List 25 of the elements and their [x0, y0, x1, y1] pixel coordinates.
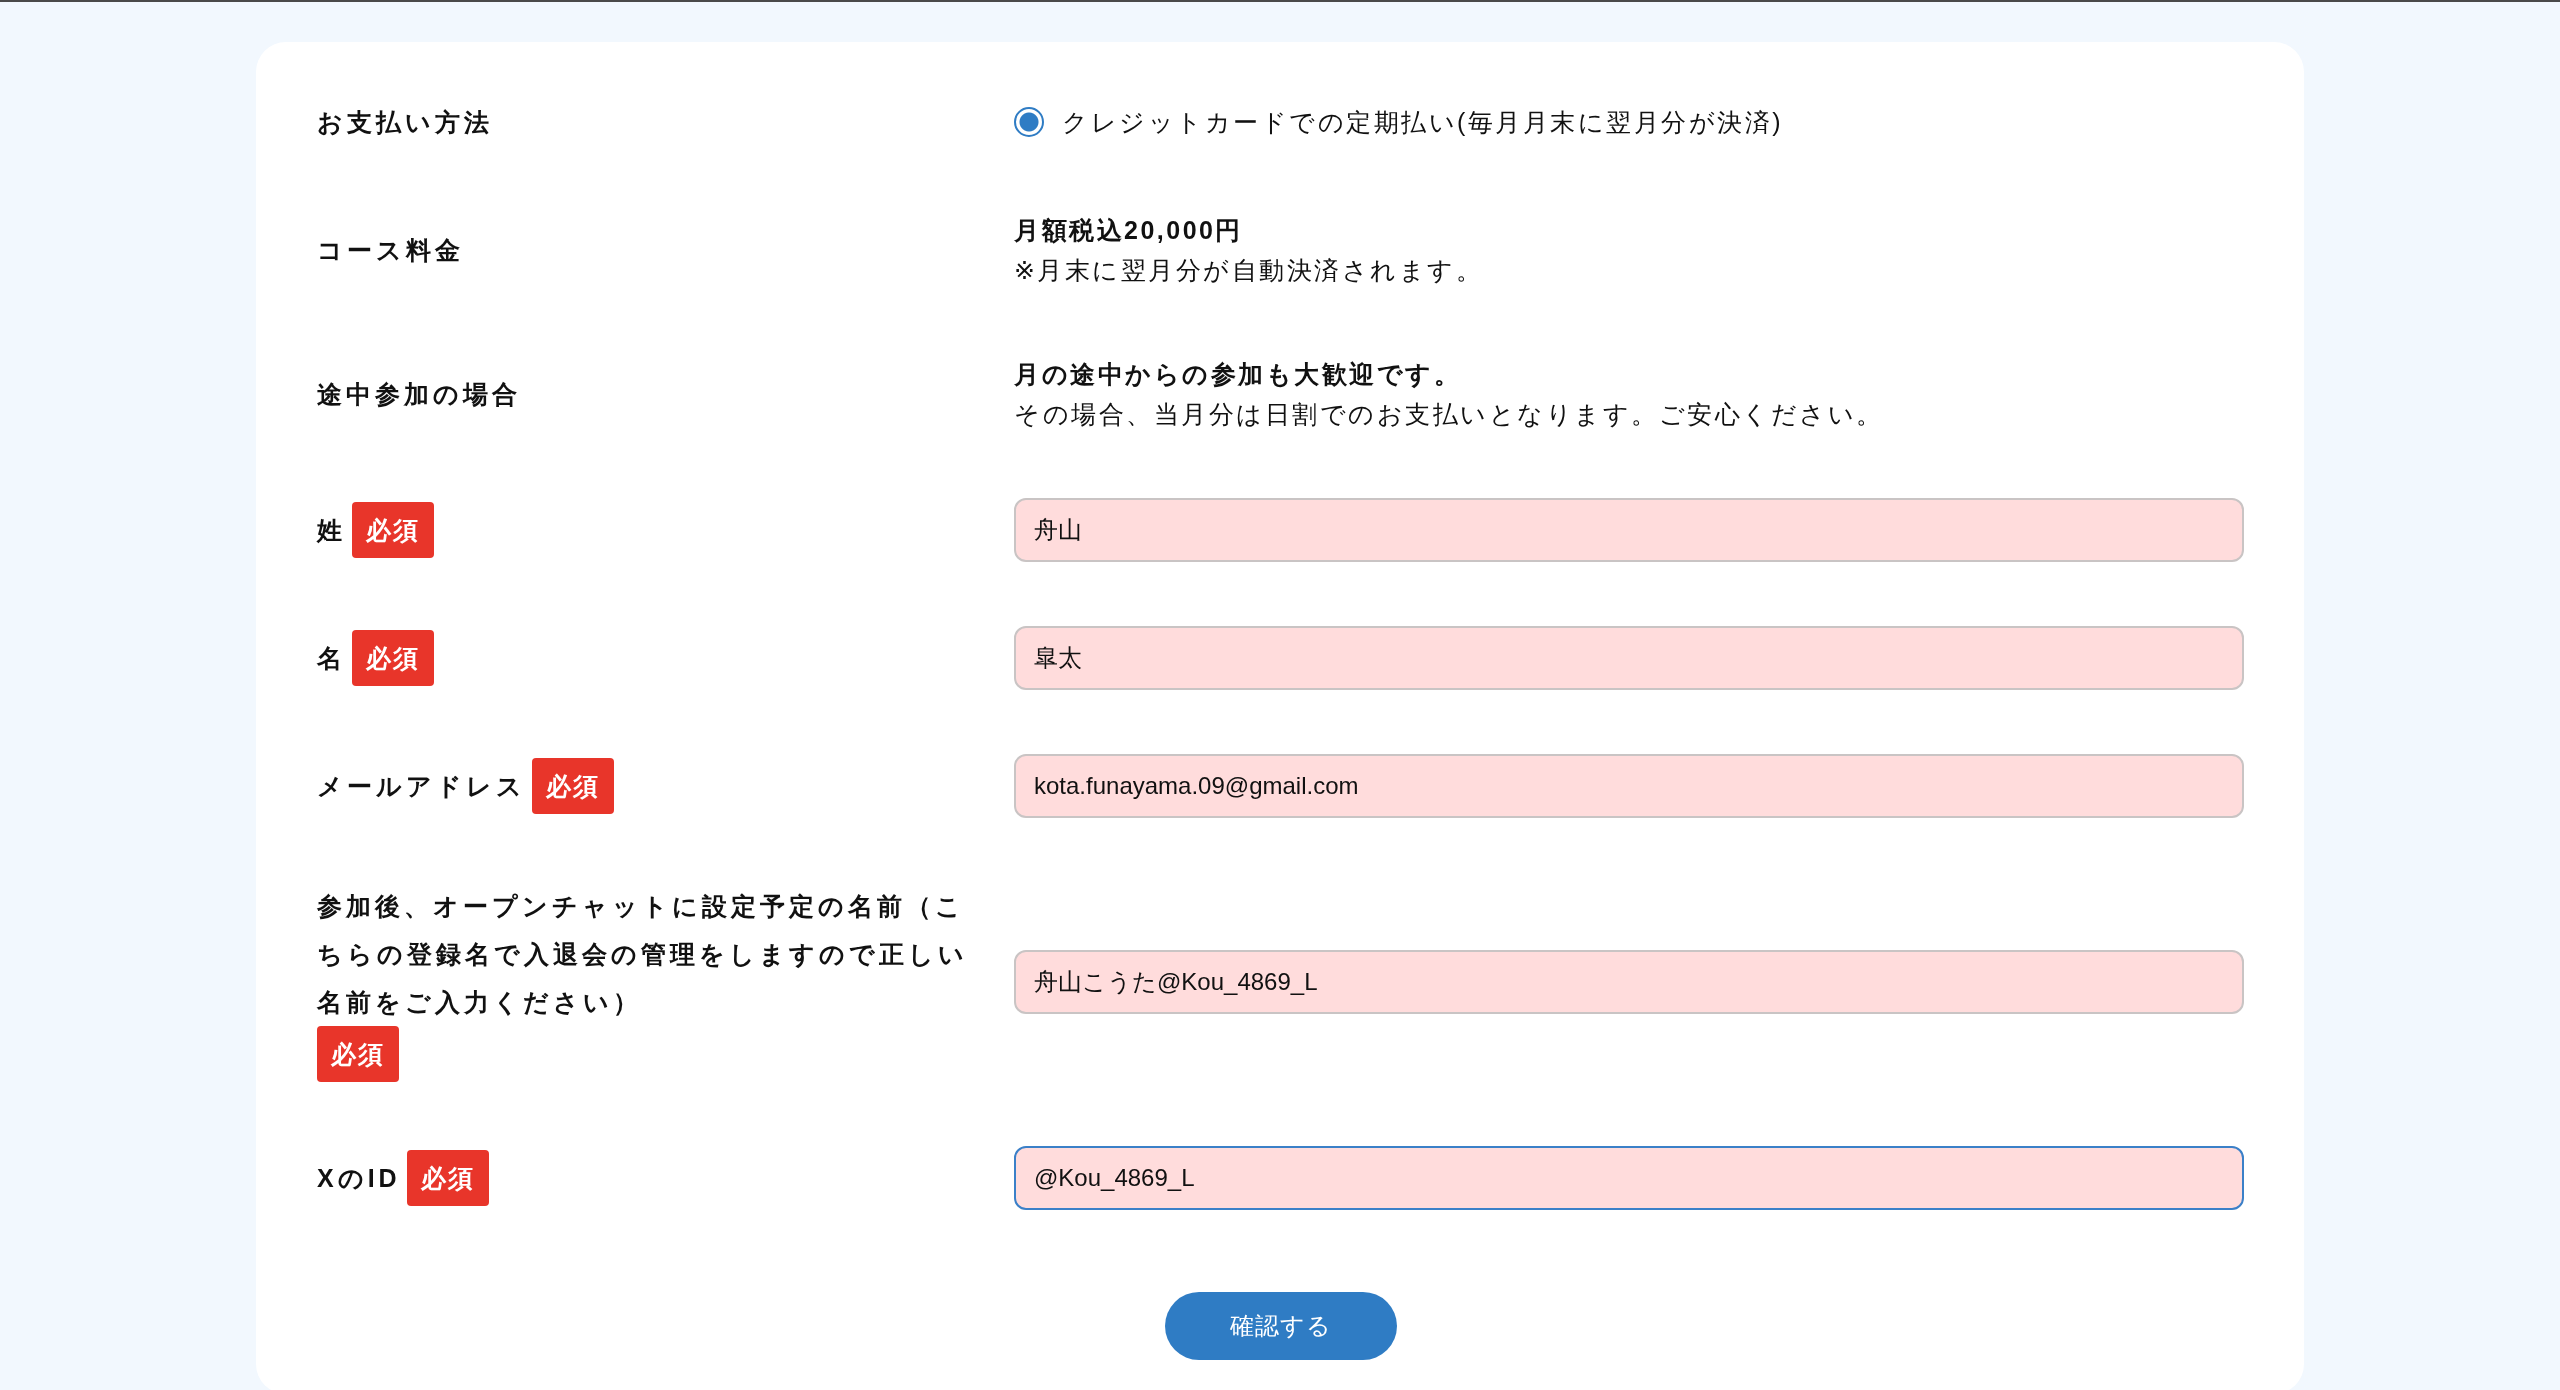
input-field[interactable]: 舟山 — [1014, 498, 2244, 562]
required-badge: 必須 — [406, 1150, 489, 1206]
input-field[interactable]: @Kou_4869_L — [1014, 1146, 2244, 1210]
field-label: 姓 — [317, 515, 346, 546]
info-text: その場合、当月分は日割でのお支払いとなります。ご安心ください。 — [1014, 399, 1885, 430]
required-badge: 必須 — [352, 502, 434, 558]
required-badge: 必須 — [317, 1026, 399, 1082]
info-text: 月の途中からの参加も大歓迎です。 — [1014, 359, 1462, 390]
field-label: 参加後、オープンチャットに設定予定の名前（こちらの登録名で入退会の管理をしますので正しい名前をご入力ください） — [317, 891, 969, 1018]
required-badge: 必須 — [352, 630, 434, 686]
field-label: コース料金 — [317, 235, 464, 266]
field-label: XのID — [317, 1163, 401, 1194]
input-field[interactable]: 舟山こうた@Kou_4869_L — [1014, 950, 2244, 1014]
required-badge: 必須 — [532, 758, 614, 814]
field-label: 途中参加の場合 — [317, 379, 521, 410]
radio-button[interactable] — [1014, 107, 1044, 137]
field-label: 名 — [317, 643, 346, 674]
input-field[interactable]: 皐太 — [1014, 626, 2244, 690]
confirm-button[interactable]: 確認する — [1164, 1292, 1397, 1360]
field-label: お支払い方法 — [317, 107, 493, 138]
info-text: ※月末に翌月分が自動決済されます。 — [1014, 255, 1485, 286]
info-text: 月額税込20,000円 — [1014, 215, 1244, 246]
input-field[interactable]: kota.funayama.09@gmail.com — [1014, 754, 2244, 818]
field-label: メールアドレス — [317, 771, 526, 802]
radio-option[interactable]: クレジットカードでの定期払い(毎月月末に翌月分が決済) — [1014, 102, 2244, 142]
